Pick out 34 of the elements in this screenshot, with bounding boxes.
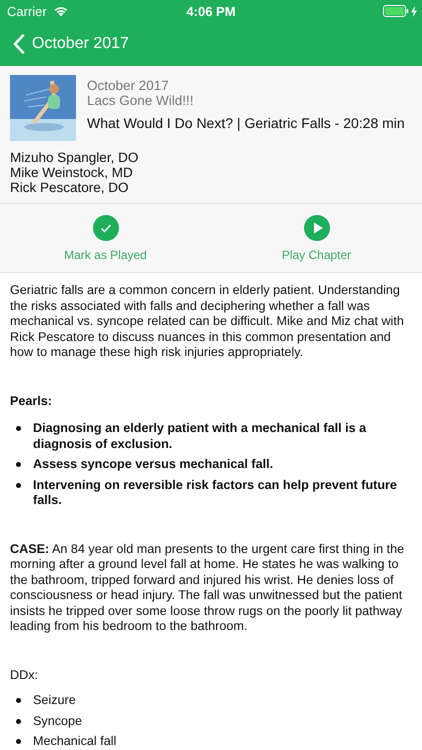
episode-date: October 2017 [87,78,170,93]
series-title: Lacs Gone Wild!!! [87,93,195,108]
description-paragraph: CASE: An 84 year old man presents to the urgent care first thing in the morning after a ground level fall at home. He states he was walking to the bathroom, tripped forward and injured his wrist. He denies loss of consciousness or head injury. The fall was unwitnessed but the patient insists he tripped over some loose throw rugs on the poorly lit pathway leading from his bedroom to the bathroom. [10,542,406,634]
list-item-text: Mechanical fall [33,734,116,750]
host-name: Mike Weinstock, MD [10,165,134,180]
bullet-icon [16,482,21,488]
section-heading: Pearls: [10,394,54,409]
list-item-text: Diagnosing an elderly patient with a mechanical fall is a diagnosis of exclusion. [33,421,368,452]
bullet-icon [16,718,21,724]
host-name: Rick Pescatore, DO [10,180,130,195]
list-item-text: Intervening on reversible risk factors can help prevent future falls. [33,478,398,508]
bullet-icon [16,698,21,703]
artwork-image [10,75,76,141]
wifi-icon [52,5,69,17]
carrier-label: Carrier [7,4,47,18]
description-paragraph: Geriatric falls are a common concern in elderly patient. Understanding the risks associated with falls and deciphering whether a fall was mechanical vs. syncope related can be difficult. Mike and Miz chat with Rick Pescatore to discuss nuances in this common presentation and how to manage these high risk injuries appropriately. [10,283,405,360]
section-label: DDx: [10,668,39,683]
play-chapter-button[interactable]: Play Chapter [211,204,422,272]
back-button[interactable]: October 2017 [0,34,129,54]
bullet-icon [16,426,21,431]
episode-title: What Would I Do Next? | Geriatric Falls - 20:28 min [87,115,405,131]
bullet-icon [16,462,21,467]
charging-bolt-icon [411,6,417,16]
status-time: 4:06 PM [186,4,236,18]
mark-played-button[interactable]: Mark as Played [0,204,211,272]
host-name: Mizuho Spangler, DO [10,150,140,165]
chevron-left-icon [13,34,25,54]
list-item-text: Seizure [33,693,76,708]
list-item-text: Assess syncope versus mechanical fall. [33,457,274,472]
battery-icon [383,5,409,17]
bullet-icon [16,739,21,744]
play-icon [304,214,330,240]
list-item-text: Syncope [33,714,82,729]
checkmark-icon [92,214,118,240]
